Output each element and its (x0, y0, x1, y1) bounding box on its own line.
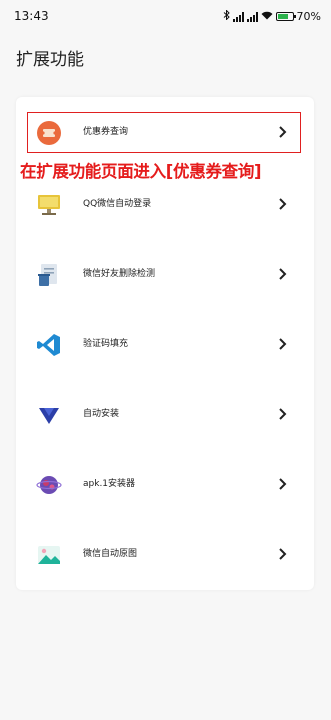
menu-item-label: QQ微信自动登录 (83, 199, 152, 209)
chevron-right-icon (278, 336, 288, 350)
signal-icon (232, 11, 244, 22)
chevron-right-icon (278, 196, 288, 210)
menu-item-apk-installer[interactable]: apk.1安装器 (16, 464, 314, 504)
menu-item-label: apk.1安装器 (83, 479, 136, 489)
battery-icon (275, 12, 296, 21)
annotation-text: 在扩展功能页面进入[优惠券查询] (20, 162, 262, 181)
menu-item-wechat-auto-original-image[interactable]: 微信自动原图 (16, 534, 314, 574)
status-time: 13:43 (14, 9, 49, 23)
menu-item-label: 优惠券查询 (83, 127, 129, 137)
menu-item-qq-wechat-auto-login[interactable]: QQ微信自动登录 (16, 184, 314, 224)
menu-item-verification-code-fill[interactable]: 验证码填充 (16, 324, 314, 364)
monitor-icon (36, 192, 62, 218)
chevron-right-icon (278, 266, 288, 280)
battery-percent: 70% (296, 10, 321, 23)
chevron-right-icon (278, 406, 288, 420)
wifi-icon (261, 11, 273, 23)
bluetooth-icon (223, 9, 230, 23)
menu-item-label: 微信自动原图 (83, 549, 138, 559)
vscode-icon (36, 332, 62, 358)
status-icons: 70% (223, 9, 321, 23)
trash-doc-icon (36, 262, 62, 288)
image-icon (36, 542, 62, 568)
battery-fill (277, 14, 288, 19)
status-bar: 13:43 70% (0, 0, 331, 34)
chevron-right-icon (278, 546, 288, 560)
planet-icon (36, 472, 62, 498)
signal-icon-2 (246, 11, 258, 22)
menu-item-label: 验证码填充 (83, 339, 129, 349)
menu-item-label: 微信好友删除检测 (83, 269, 156, 279)
chevron-right-icon (278, 124, 288, 138)
chevron-right-icon (278, 476, 288, 490)
coupon-icon (36, 120, 62, 146)
download-triangle-icon (36, 402, 62, 428)
page-title: 扩展功能 (16, 50, 84, 70)
menu-item-coupon-query[interactable]: 优惠券查询 (16, 112, 314, 152)
menu-item-label: 自动安装 (83, 409, 120, 419)
menu-item-wechat-friend-delete-detect[interactable]: 微信好友删除检测 (16, 254, 314, 294)
menu-item-auto-install[interactable]: 自动安装 (16, 394, 314, 434)
